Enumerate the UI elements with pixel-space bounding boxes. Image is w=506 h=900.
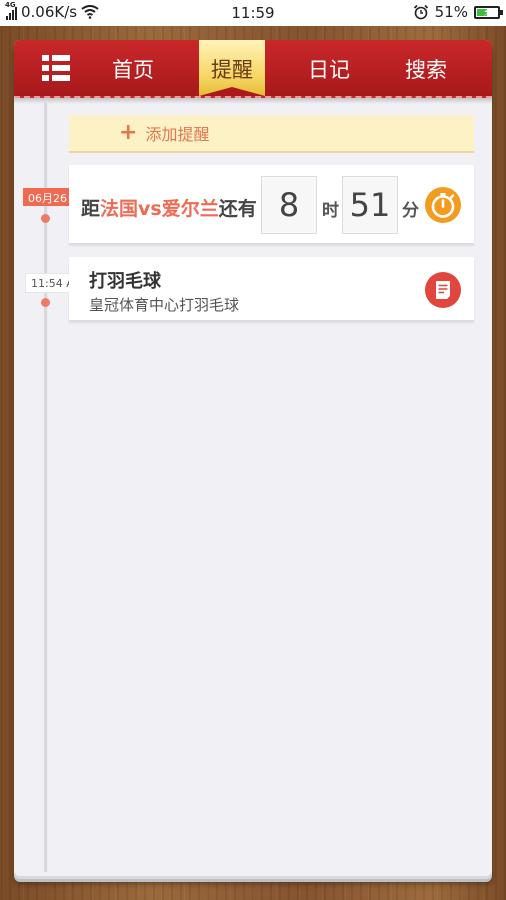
notebook-page: 首页 提醒 日记 搜索 + 添加提醒 06月26日 距法国vs爱尔兰还有 8 时…: [14, 40, 492, 876]
network-speed: 0.06K/s: [21, 3, 78, 21]
countdown-prefix: 距: [81, 198, 101, 220]
countdown-suffix: 还有: [218, 198, 257, 220]
status-left: 4G 0.06K/s: [5, 1, 99, 21]
reminder-detail: 皇冠体育中心打羽毛球: [89, 296, 240, 314]
countdown-event: 法国vs爱尔兰: [100, 198, 219, 220]
plus-icon: +: [119, 120, 138, 145]
tab-reminders[interactable]: 提醒: [199, 40, 265, 96]
timeline-dot: [41, 298, 50, 307]
timeline-dot: [41, 214, 50, 223]
status-bar: 4G 0.06K/s 11:59 51% ⚡: [0, 0, 506, 26]
top-nav: 首页 提醒 日记 搜索: [14, 40, 492, 104]
add-reminder-label: 添加提醒: [145, 125, 210, 144]
status-right: 51% ⚡: [413, 3, 503, 21]
countdown-minutes: 51: [342, 176, 398, 234]
hours-unit: 时: [322, 201, 339, 221]
add-reminder-button[interactable]: + 添加提醒: [69, 115, 474, 153]
countdown-hours: 8: [261, 176, 317, 234]
reminder-card[interactable]: 打羽毛球 皇冠体育中心打羽毛球: [69, 257, 474, 322]
battery-percent: 51%: [434, 3, 468, 21]
countdown-text: 距法国vs爱尔兰还有: [81, 194, 257, 221]
battery-icon: ⚡: [474, 5, 503, 19]
signal-icon: 4G: [5, 1, 17, 20]
tab-home[interactable]: 首页: [112, 54, 154, 84]
wifi-icon: [81, 5, 99, 19]
alarm-icon: [413, 4, 428, 20]
minutes-unit: 分: [402, 201, 419, 221]
reminder-title: 打羽毛球: [89, 271, 161, 292]
stopwatch-icon[interactable]: [425, 187, 461, 223]
memo-icon[interactable]: [425, 272, 461, 308]
tab-search[interactable]: 搜索: [405, 54, 447, 84]
network-type: 4G: [5, 1, 16, 9]
countdown-card[interactable]: 距法国vs爱尔兰还有 8 时 51 分: [69, 165, 474, 245]
menu-icon[interactable]: [42, 55, 70, 81]
tab-diary[interactable]: 日记: [308, 54, 350, 84]
